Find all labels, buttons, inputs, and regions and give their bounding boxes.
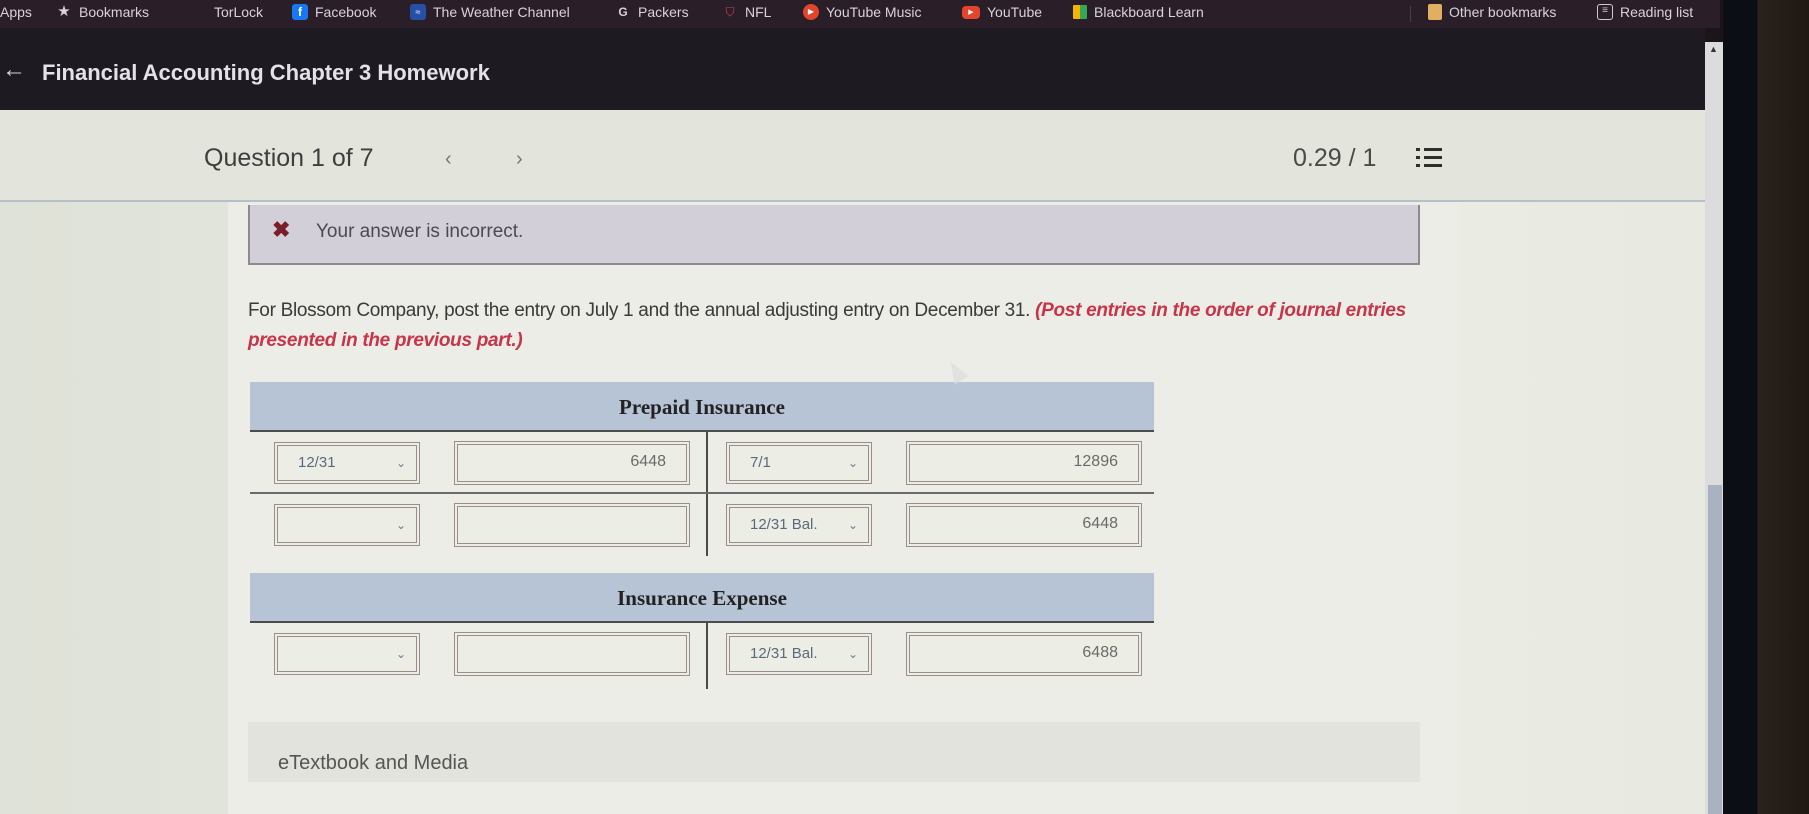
select-value: 12/31 Bal. [750, 516, 818, 533]
instructions-text: For Blossom Company, post the entry on J… [248, 300, 1036, 321]
bookmark-label: Blackboard Learn [1094, 4, 1204, 20]
monitor-bezel [1723, 0, 1809, 814]
bookmark-apps[interactable]: Apps [0, 4, 32, 20]
google-icon: G [618, 5, 628, 19]
weather-channel-icon: ≈ [410, 4, 426, 20]
incorrect-x-icon: ✖ [272, 217, 291, 242]
chevron-down-icon: ⌄ [395, 647, 406, 661]
t-account-row: 12/31 ⌄ 6448 7/1 ⌄ 12896 [250, 432, 1154, 494]
question-list-icon[interactable] [1416, 146, 1442, 170]
scroll-up-arrow-icon[interactable]: ▲ [1709, 44, 1718, 54]
next-question-button[interactable]: › [516, 148, 523, 171]
bookmark-label: Facebook [315, 4, 377, 20]
credit-date-select[interactable]: 12/31 Bal. ⌄ [726, 633, 872, 675]
reading-list-label: Reading list [1620, 4, 1694, 20]
bookmark-label: YouTube [987, 4, 1043, 20]
etextbook-section: eTextbook and Media [248, 722, 1420, 782]
bookmark-facebook[interactable]: f Facebook [292, 4, 376, 20]
reading-list[interactable]: ≡ Reading list [1597, 4, 1693, 20]
folder-icon [1428, 4, 1442, 20]
bookmark-bookmarks[interactable]: ★ Bookmarks [56, 3, 150, 21]
app-header: ← Financial Accounting Chapter 3 Homewor… [0, 28, 1705, 110]
t-account-prepaid-insurance: Prepaid Insurance 12/31 ⌄ 6448 7/1 ⌄ 128… [250, 382, 1154, 556]
t-account-row: ⌄ 12/31 Bal. ⌄ 6448 [250, 494, 1154, 556]
bookmark-label: Bookmarks [79, 4, 150, 20]
bookmarks-bar: Apps ★ Bookmarks TorLock f Facebook ≈ Th… [0, 0, 1720, 28]
credit-amount-input[interactable]: 12896 [906, 441, 1142, 485]
question-instructions: For Blossom Company, post the entry on J… [248, 296, 1428, 356]
bookmark-label: Packers [638, 4, 689, 20]
debit-date-select[interactable]: ⌄ [274, 633, 420, 675]
other-bookmarks[interactable]: Other bookmarks [1428, 4, 1556, 20]
bookmark-label: The Weather Channel [433, 4, 570, 20]
bookmark-label: YouTube Music [826, 4, 922, 20]
chevron-down-icon: ⌄ [847, 518, 858, 532]
back-arrow-icon[interactable]: ← [2, 56, 26, 84]
nfl-icon: ⛉ [725, 5, 735, 19]
bookmark-blackboard-learn[interactable]: Blackboard Learn [1073, 4, 1204, 20]
question-score: 0.29 / 1 [1293, 144, 1377, 172]
debit-amount-input[interactable] [454, 632, 690, 676]
alert-message: Your answer is incorrect. [316, 221, 524, 242]
bookmark-youtube[interactable]: ▶ YouTube [962, 4, 1042, 20]
debit-date-select[interactable]: 12/31 ⌄ [274, 442, 420, 484]
chevron-down-icon: ⌄ [847, 456, 858, 470]
credit-date-select[interactable]: 7/1 ⌄ [726, 442, 872, 484]
chevron-down-icon: ⌄ [395, 456, 406, 470]
t-account-row: ⌄ 12/31 Bal. ⌄ 6488 [250, 623, 1154, 685]
bookmark-label: TorLock [214, 4, 264, 20]
select-value: 12/31 Bal. [750, 645, 818, 662]
bookmark-weather-channel[interactable]: ≈ The Weather Channel [410, 4, 570, 20]
assignment-title: Financial Accounting Chapter 3 Homework [42, 60, 490, 85]
bookmark-label: NFL [745, 4, 772, 20]
debit-date-select[interactable]: ⌄ [274, 504, 420, 546]
youtube-icon: ▶ [962, 5, 980, 19]
question-nav-bar: Question 1 of 7 ‹ › 0.29 / 1 [0, 110, 1705, 202]
etextbook-and-media-link[interactable]: eTextbook and Media [278, 752, 468, 775]
t-account-title: Prepaid Insurance [250, 382, 1154, 432]
reading-list-icon: ≡ [1597, 4, 1613, 20]
credit-amount-input[interactable]: 6448 [906, 503, 1142, 547]
debit-amount-input[interactable]: 6448 [454, 441, 690, 485]
previous-question-button[interactable]: ‹ [445, 148, 452, 171]
question-counter: Question 1 of 7 [204, 144, 374, 172]
debit-amount-input[interactable] [454, 503, 690, 547]
bookmark-label: Apps [0, 4, 32, 20]
facebook-icon: f [292, 4, 308, 20]
youtube-music-icon: ▶ [803, 4, 819, 20]
incorrect-answer-alert: ✖ Your answer is incorrect. [248, 205, 1420, 265]
bookmark-nfl[interactable]: ⛉ NFL [722, 4, 771, 20]
select-value: 12/31 [298, 454, 336, 471]
t-account-title: Insurance Expense [250, 573, 1154, 623]
other-bookmarks-label: Other bookmarks [1449, 4, 1557, 20]
star-icon: ★ [57, 3, 71, 20]
bookmark-youtube-music[interactable]: ▶ YouTube Music [803, 4, 921, 20]
bookmark-torlock[interactable]: TorLock [214, 4, 263, 20]
blackboard-icon [1073, 5, 1087, 19]
chevron-down-icon: ⌄ [395, 518, 406, 532]
chevron-down-icon: ⌄ [847, 647, 858, 661]
bookmarks-divider [1410, 6, 1411, 22]
credit-amount-input[interactable]: 6488 [906, 632, 1142, 676]
select-value: 7/1 [750, 454, 771, 471]
t-account-insurance-expense: Insurance Expense ⌄ 12/31 Bal. ⌄ 6488 [250, 573, 1154, 689]
credit-date-select[interactable]: 12/31 Bal. ⌄ [726, 504, 872, 546]
bookmark-packers[interactable]: G Packers [615, 4, 689, 20]
scrollbar-thumb[interactable] [1708, 485, 1722, 814]
